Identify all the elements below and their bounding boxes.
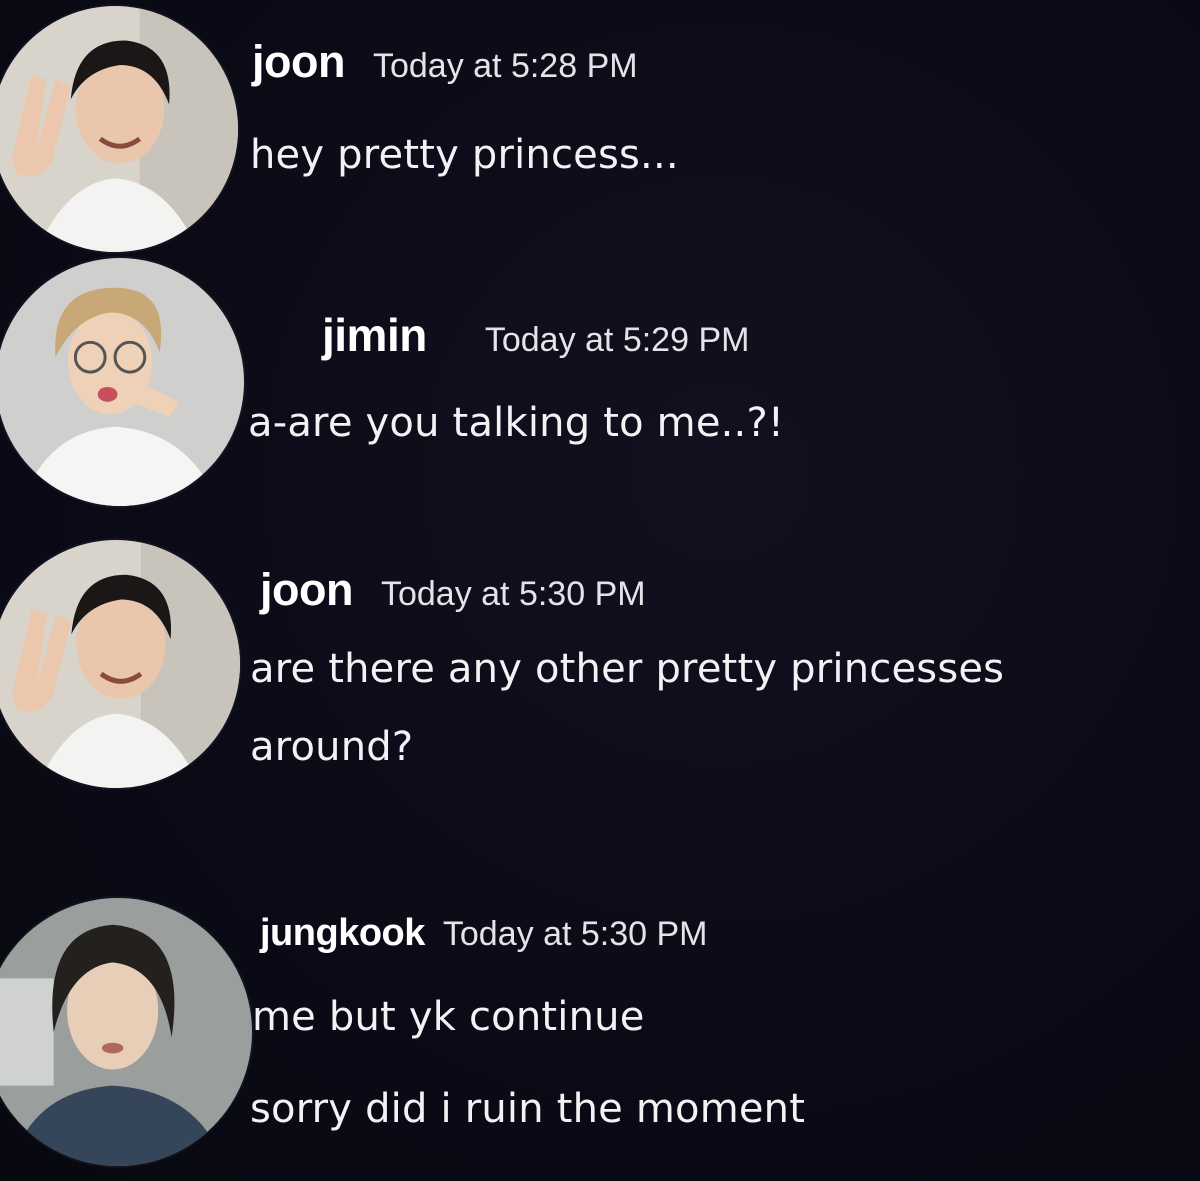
message-text: hey pretty princess... [250,132,679,178]
message-text: a-are you talking to me..?! [248,400,785,446]
message-header: jimin Today at 5:29 PM [322,308,749,362]
avatar-joon[interactable] [0,6,238,252]
message-text: me but yk continue [252,994,645,1040]
timestamp: Today at 5:30 PM [442,915,708,953]
message-header: jungkook Today at 5:30 PM [260,912,708,955]
message-header: joon Today at 5:28 PM [252,36,638,88]
avatar-jungkook[interactable] [0,898,252,1166]
jungkook-avatar-image [0,898,252,1166]
timestamp: Today at 5:30 PM [380,575,646,613]
message-text: sorry did i ruin the moment [250,1086,806,1132]
joon-avatar-image [0,540,240,788]
jimin-avatar-image [0,258,244,506]
avatar-joon[interactable] [0,540,240,788]
joon-avatar-image [0,6,238,252]
chat-message-list: joon Today at 5:28 PM hey pretty princes… [0,0,1200,1181]
timestamp: Today at 5:29 PM [484,321,750,359]
message-text: around? [250,724,414,770]
username[interactable]: jungkook [260,912,425,955]
avatar-jimin[interactable] [0,258,244,506]
username[interactable]: joon [252,36,345,88]
username[interactable]: jimin [322,308,427,362]
message-text: are there any other pretty princesses [250,646,1005,692]
timestamp: Today at 5:28 PM [372,47,638,85]
message-header: joon Today at 5:30 PM [260,564,646,616]
username[interactable]: joon [260,564,353,616]
